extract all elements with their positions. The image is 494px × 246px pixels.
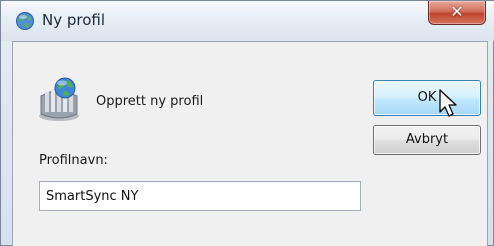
cancel-button[interactable]: Avbryt [373,125,481,155]
profile-icon [35,76,83,124]
profile-name-label: Profilnavn: [39,153,108,168]
close-button[interactable]: ✕ [428,1,486,25]
window-title: Ny profil [42,11,106,29]
profile-globe-icon [15,11,35,31]
create-profile-label: Opprett ny profil [96,94,204,109]
mouse-pointer-icon [438,89,460,119]
dialog-window: Ny profil ✕ Opprett ny profil Profilnavn… [0,0,494,246]
title-bar[interactable]: Ny profil ✕ [1,1,494,41]
dialog-body: Opprett ny profil Profilnavn: OK Avbryt [12,41,488,246]
ok-button[interactable]: OK [373,80,481,116]
close-icon: ✕ [450,2,464,21]
profile-name-input[interactable] [39,181,361,211]
